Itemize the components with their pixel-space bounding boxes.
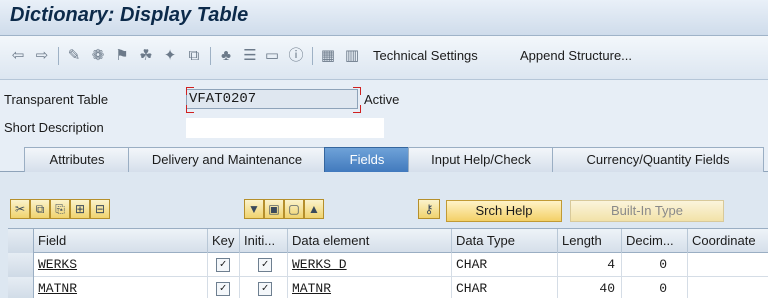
object-list-icon[interactable]: ⧉: [184, 46, 204, 66]
info-icon[interactable]: ⓘ: [286, 46, 306, 66]
title-bar: Dictionary: Display Table: [0, 0, 768, 36]
tab-strip: Attributes Delivery and Maintenance Fiel…: [0, 144, 768, 173]
key-cell: ✓: [208, 277, 240, 298]
key-checkbox[interactable]: ✓: [216, 282, 230, 296]
length-cell[interactable]: 4: [558, 253, 622, 277]
toolbar-separator: [58, 47, 59, 65]
fields-table: Field Key Initi... Data element Data Typ…: [8, 228, 768, 298]
activate-icon[interactable]: ⚑: [112, 46, 132, 66]
coordinate-cell[interactable]: [688, 277, 768, 298]
check-icon[interactable]: ☘: [136, 46, 156, 66]
key-checkbox[interactable]: ✓: [216, 258, 230, 272]
where-used-icon[interactable]: ✦: [160, 46, 180, 66]
built-in-type-button: Built-In Type: [570, 200, 724, 222]
key-cell: ✓: [208, 253, 240, 277]
toolbar-separator: [210, 47, 211, 65]
delete-row-icon[interactable]: ⊟: [90, 199, 110, 219]
initial-cell: ✓: [240, 277, 288, 298]
row-selector[interactable]: [8, 253, 34, 277]
select-all-cell[interactable]: [8, 229, 34, 253]
copy-icon[interactable]: ⧉: [30, 199, 50, 219]
table-row[interactable]: WERKS ✓ ✓ WERKS_D CHAR 4 0: [8, 253, 768, 277]
window-title: Dictionary: Display Table: [10, 4, 249, 26]
short-description-field[interactable]: [186, 118, 384, 138]
table-row[interactable]: MATNR ✓ ✓ MATNR CHAR 40 0: [8, 277, 768, 298]
column-header-initial[interactable]: Initi...: [240, 229, 288, 253]
cut-icon[interactable]: ✂: [10, 199, 30, 219]
initial-cell: ✓: [240, 253, 288, 277]
required-marker: [186, 87, 194, 95]
table-status: Active: [364, 92, 400, 107]
insert-row-icon[interactable]: ⊞: [70, 199, 90, 219]
initial-checkbox[interactable]: ✓: [258, 258, 272, 272]
column-header-decimals[interactable]: Decim...: [622, 229, 688, 253]
coordinate-cell[interactable]: [688, 253, 768, 277]
decimals-cell[interactable]: 0: [622, 253, 688, 277]
transparent-table-label: Transparent Table: [4, 92, 109, 107]
table-header-form: Transparent Table VFAT0207 Active Short …: [0, 80, 768, 144]
column-header-field[interactable]: Field: [34, 229, 208, 253]
display-list-icon[interactable]: ▭: [262, 46, 282, 66]
tab-attributes[interactable]: Attributes: [24, 147, 130, 172]
column-header-data-type[interactable]: Data Type: [452, 229, 558, 253]
display-change-icon[interactable]: ✎: [64, 46, 84, 66]
column-header-key[interactable]: Key: [208, 229, 240, 253]
data-type-cell[interactable]: CHAR: [452, 253, 558, 277]
initial-checkbox[interactable]: ✓: [258, 282, 272, 296]
table-name-field[interactable]: VFAT0207: [186, 89, 358, 109]
short-description-label: Short Description: [4, 120, 104, 135]
table-icon[interactable]: ▥: [342, 46, 362, 66]
column-header-length[interactable]: Length: [558, 229, 622, 253]
select-block-icon[interactable]: ▣: [264, 199, 284, 219]
hierarchy-icon[interactable]: ♣: [216, 46, 236, 66]
select-down-icon[interactable]: ▼: [244, 199, 264, 219]
append-structure-button[interactable]: Append Structure...: [520, 48, 632, 63]
tab-input-help-check[interactable]: Input Help/Check: [408, 147, 554, 172]
data-element-cell[interactable]: MATNR: [288, 277, 452, 298]
application-toolbar: ⇦ ⇨ ✎ ❁ ⚑ ☘ ✦ ⧉ ♣ ☰ ▭ ⓘ ▦ ▥ Technical Se…: [0, 36, 768, 80]
other-object-icon[interactable]: ❁: [88, 46, 108, 66]
row-selector[interactable]: [8, 277, 34, 298]
fields-panel: ✂ ⧉ ⎘ ⊞ ⊟ ▼ ▣ ▢ ▲ ⚷ Srch Help Built-In T…: [0, 172, 768, 298]
navigate-icon[interactable]: ☰: [240, 46, 260, 66]
srch-help-button[interactable]: Srch Help: [446, 200, 562, 222]
technical-settings-button[interactable]: Technical Settings: [373, 48, 478, 63]
length-cell[interactable]: 40: [558, 277, 622, 298]
tab-fields[interactable]: Fields: [324, 147, 410, 173]
toolbar-separator: [312, 47, 313, 65]
graphic-icon[interactable]: ▦: [318, 46, 338, 66]
paste-icon[interactable]: ⎘: [50, 199, 70, 219]
required-marker: [353, 105, 361, 113]
back-arrow-icon[interactable]: ⇦: [8, 46, 28, 66]
deselect-icon[interactable]: ▢: [284, 199, 304, 219]
data-type-cell[interactable]: CHAR: [452, 277, 558, 298]
select-up-icon[interactable]: ▲: [304, 199, 324, 219]
column-header-coordinate[interactable]: Coordinate: [688, 229, 768, 253]
required-marker: [186, 105, 194, 113]
required-marker: [353, 87, 361, 95]
table-header: Field Key Initi... Data element Data Typ…: [8, 229, 768, 253]
key-icon[interactable]: ⚷: [418, 199, 440, 219]
field-name-cell[interactable]: WERKS: [34, 253, 208, 277]
field-name-cell[interactable]: MATNR: [34, 277, 208, 298]
forward-arrow-icon[interactable]: ⇨: [32, 46, 52, 66]
tab-currency-quantity-fields[interactable]: Currency/Quantity Fields: [552, 147, 764, 172]
column-header-data-element[interactable]: Data element: [288, 229, 452, 253]
tab-delivery-and-maintenance[interactable]: Delivery and Maintenance: [128, 147, 326, 172]
decimals-cell[interactable]: 0: [622, 277, 688, 298]
data-element-cell[interactable]: WERKS_D: [288, 253, 452, 277]
